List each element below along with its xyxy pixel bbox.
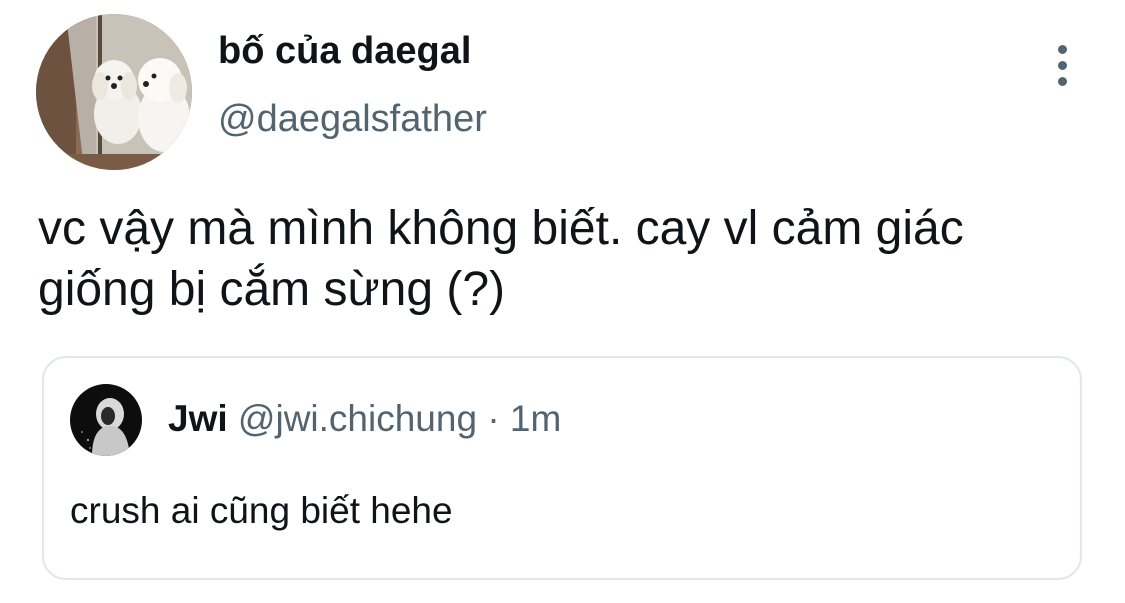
dog-photo-icon bbox=[36, 14, 192, 170]
tweet-text: vc vậy mà mình không biết. cay vl cảm gi… bbox=[38, 202, 964, 316]
author-display-name[interactable]: bố của daegal bbox=[218, 28, 471, 74]
more-vertical-icon-dot bbox=[1057, 76, 1067, 86]
quoted-author-handle[interactable]: @jwi.chichung bbox=[238, 398, 477, 439]
more-vertical-icon bbox=[1057, 44, 1067, 54]
quoted-author-avatar[interactable] bbox=[70, 384, 142, 456]
header-separator: · bbox=[487, 398, 500, 439]
author-avatar[interactable] bbox=[36, 14, 192, 170]
person-hoodie-icon bbox=[70, 384, 142, 456]
quoted-tweet-card[interactable]: Jwi @jwi.chichung · 1m crush ai cũng biế… bbox=[42, 356, 1082, 580]
more-vertical-icon-dot bbox=[1057, 60, 1067, 70]
author-handle[interactable]: @daegalsfather bbox=[218, 96, 487, 142]
more-options-button[interactable] bbox=[1044, 40, 1080, 90]
quoted-tweet-text: crush ai cũng biết hehe bbox=[70, 490, 453, 531]
quoted-tweet-timestamp[interactable]: 1m bbox=[510, 398, 561, 439]
quoted-tweet-header: Jwi @jwi.chichung · 1m bbox=[168, 396, 561, 442]
quoted-author-display-name[interactable]: Jwi bbox=[168, 398, 228, 439]
